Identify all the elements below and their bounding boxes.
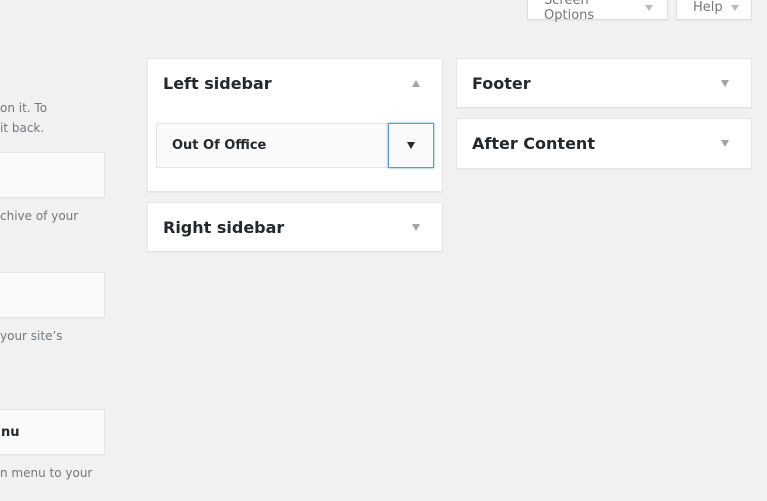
chevron-down-icon <box>407 142 415 149</box>
sidebar-footer-header[interactable]: Footer <box>457 59 751 107</box>
available-widget[interactable]: nu <box>0 409 105 455</box>
sidebar-left: Left sidebar Out Of Office <box>147 58 443 192</box>
widget-description: your site’s <box>0 329 63 343</box>
sidebar-left-header[interactable]: Left sidebar <box>148 59 442 107</box>
sidebar-right-header[interactable]: Right sidebar <box>148 203 442 251</box>
screen-options-button[interactable]: Screen Options <box>527 0 668 23</box>
sidebar-title: Left sidebar <box>163 73 272 93</box>
expand-arrow-icon[interactable] <box>412 223 420 231</box>
sidebar-right: Right sidebar <box>147 202 443 252</box>
widget-title: Out Of Office <box>172 138 267 153</box>
sidebar-title: After Content <box>472 133 595 153</box>
sidebar-footer: Footer <box>456 58 752 108</box>
widget-description: n menu to your <box>0 466 93 480</box>
widget-out-of-office[interactable]: Out Of Office <box>156 123 434 168</box>
sidebar-after-content: After Content <box>456 118 752 169</box>
collapse-arrow-icon[interactable] <box>412 79 420 87</box>
chevron-down-icon <box>730 4 739 11</box>
available-widget[interactable] <box>0 272 105 318</box>
expand-arrow-icon[interactable] <box>721 79 729 87</box>
widget-toggle-button[interactable] <box>388 123 434 168</box>
help-button[interactable]: Help <box>676 0 752 20</box>
sidebar-after-content-header[interactable]: After Content <box>457 119 751 167</box>
sidebar-title: Footer <box>472 73 531 93</box>
sidebar-title: Right sidebar <box>163 217 285 237</box>
available-widget[interactable] <box>0 152 105 198</box>
screen-options-label: Screen Options <box>544 0 595 23</box>
chevron-down-icon <box>645 4 653 11</box>
widget-description: chive of your <box>0 209 79 223</box>
expand-arrow-icon[interactable] <box>721 139 729 147</box>
available-widget-title: nu <box>1 424 20 440</box>
widget-description: on it. To it back. <box>0 101 48 135</box>
help-label: Help <box>693 0 723 15</box>
